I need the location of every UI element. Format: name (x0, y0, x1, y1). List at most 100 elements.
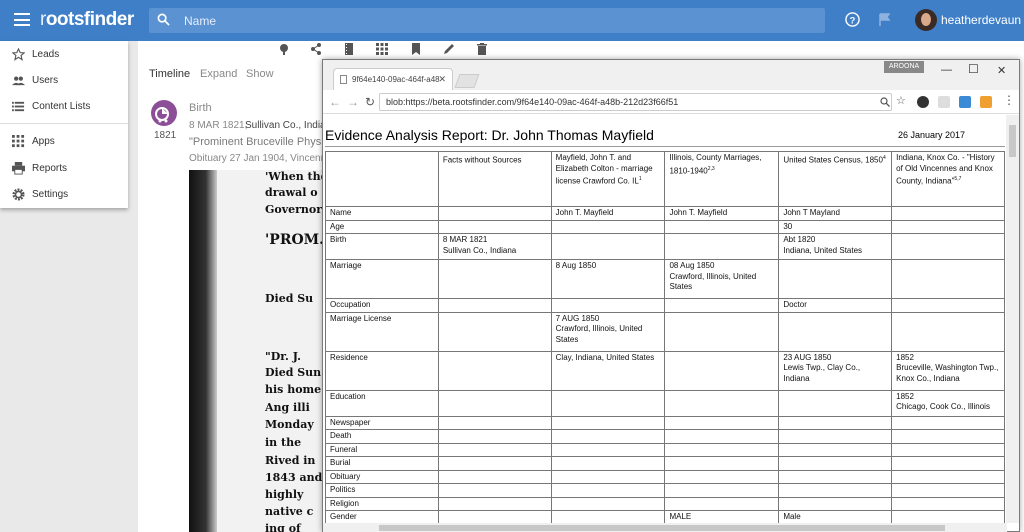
table-cell (437, 496, 552, 511)
table-cell (891, 442, 1005, 457)
table-cell: Abt 1820 Indiana, United States (778, 233, 893, 260)
table-row: Death (325, 429, 1005, 444)
close-tab-icon[interactable]: ✕ (438, 74, 446, 85)
table-row: Name John T. Mayfield John T. Mayfield John… (325, 206, 1005, 221)
menu-item-settings[interactable]: Settings (0, 181, 128, 207)
forward-icon[interactable]: → (347, 95, 359, 109)
newspaper-clipping-image[interactable]: 'When the drawal o Governor 'PROM. Died … (189, 170, 324, 532)
source-citation: Obituary 27 Jan 1904, Vincennes (189, 153, 337, 164)
table-cell (664, 483, 780, 498)
table-cell (664, 415, 780, 430)
menu-item-reports[interactable]: Reports (0, 155, 128, 181)
back-icon[interactable]: ← (329, 95, 341, 109)
tab-expand[interactable]: Expand (200, 68, 237, 80)
row-label: Marriage (325, 259, 439, 299)
menu-item-users[interactable]: Users (0, 67, 128, 93)
help-icon[interactable]: ? (845, 12, 860, 27)
minimize-icon[interactable]: — (941, 64, 952, 76)
birth-event-icon (151, 100, 177, 126)
event-title[interactable]: Birth (189, 102, 212, 114)
table-cell (891, 496, 1005, 511)
extension-dark-icon[interactable] (917, 96, 929, 108)
table-cell: 8 MAR 1821 Sullivan Co., Indiana (437, 233, 552, 260)
table-cell (664, 456, 780, 471)
avatar[interactable] (915, 9, 937, 31)
table-cell (891, 219, 1005, 234)
browser-tab[interactable]: 9f64e140-09ac-464f-a48 ✕ (333, 68, 453, 90)
extension-blue-icon[interactable] (959, 96, 971, 108)
app-logo[interactable]: rootsfinder (40, 9, 134, 31)
table-cell (664, 233, 780, 260)
zoom-icon[interactable] (880, 97, 890, 107)
table-cell (891, 510, 1005, 523)
table-row: Obituary (325, 469, 1005, 484)
column-header: Facts without Sources (437, 151, 552, 207)
table-cell (891, 483, 1005, 498)
bookmark-icon[interactable] (410, 43, 422, 55)
table-row: Education 1852 Chicago, Cook Co., Illinoi… (325, 389, 1005, 417)
profile-badge: AROONA (884, 61, 924, 73)
pin-icon[interactable] (278, 43, 290, 55)
row-label: Funeral (325, 442, 439, 457)
report-date: 26 January 2017 (898, 130, 966, 140)
table-cell (437, 219, 552, 234)
row-label: Death (325, 429, 439, 444)
url-field[interactable]: blob:https://beta.rootsfinder.com/9f64e1… (379, 93, 892, 111)
grid-icon[interactable] (376, 43, 388, 55)
user-name[interactable]: heatherdevaun (941, 13, 1021, 27)
flag-icon[interactable] (879, 13, 891, 27)
table-cell (664, 389, 780, 417)
tab-timeline[interactable]: Timeline (149, 68, 190, 80)
table-row: Gender MALE Male (325, 510, 1005, 523)
table-cell (550, 219, 666, 234)
source-title[interactable]: "Prominent Bruceville Physici (189, 136, 332, 148)
table-cell: 08 Aug 1850 Crawford, Illinois, United S… (664, 259, 780, 299)
share-icon[interactable] (310, 43, 322, 55)
browser-menu-icon[interactable]: ⋮ (1003, 93, 1015, 107)
column-header: Mayfield, John T. and Elizabeth Colton -… (550, 151, 666, 207)
row-label: Politics (325, 483, 439, 498)
table-cell (437, 456, 552, 471)
film-icon[interactable] (343, 43, 355, 55)
menu-item-apps[interactable]: Apps (0, 128, 128, 154)
table-cell (891, 206, 1005, 221)
table-cell (437, 350, 552, 391)
window-titlebar[interactable]: 9f64e140-09ac-464f-a48 ✕ AROONA — ☐ ✕ (323, 60, 1019, 90)
table-cell (550, 456, 666, 471)
table-cell (664, 350, 780, 391)
extension-orange-icon[interactable] (980, 96, 992, 108)
extension-doc-icon[interactable] (938, 96, 950, 108)
row-label: Newspaper (325, 415, 439, 430)
close-window-icon[interactable]: ✕ (997, 64, 1006, 77)
table-cell (437, 429, 552, 444)
table-cell: MALE (664, 510, 780, 523)
hamburger-menu-icon[interactable] (14, 13, 30, 26)
table-header-row: Facts without Sources Mayfield, John T. a… (325, 151, 1005, 207)
search-bar[interactable]: Name (149, 8, 825, 33)
table-cell (437, 469, 552, 484)
menu-item-content-lists[interactable]: Content Lists (0, 93, 128, 119)
table-cell (437, 206, 552, 221)
table-cell (664, 496, 780, 511)
bookmark-star-icon[interactable]: ☆ (896, 94, 906, 107)
new-tab-button[interactable] (454, 74, 480, 88)
event-year: 1821 (154, 130, 177, 141)
reload-icon[interactable]: ↻ (365, 95, 375, 109)
table-row: Burial (325, 456, 1005, 471)
vertical-scrollbar[interactable] (1006, 115, 1019, 523)
table-cell (664, 469, 780, 484)
maximize-icon[interactable]: ☐ (968, 62, 979, 76)
menu-divider (0, 123, 128, 124)
row-label: Residence (325, 350, 439, 391)
edit-pencil-icon[interactable] (443, 43, 455, 55)
search-input[interactable]: Name (184, 14, 216, 28)
tab-show[interactable]: Show (246, 68, 274, 80)
table-row: Birth 8 MAR 1821 Sullivan Co., Indiana Abt… (325, 233, 1005, 260)
menu-item-leads[interactable]: Leads (0, 41, 128, 67)
trash-icon[interactable] (476, 43, 488, 55)
horizontal-scrollbar[interactable] (323, 523, 1007, 532)
table-cell (437, 389, 552, 417)
table-cell: 23 AUG 1850 Lewis Twp., Clay Co., Indian… (778, 350, 893, 391)
table-cell (550, 415, 666, 430)
table-cell (437, 298, 552, 313)
